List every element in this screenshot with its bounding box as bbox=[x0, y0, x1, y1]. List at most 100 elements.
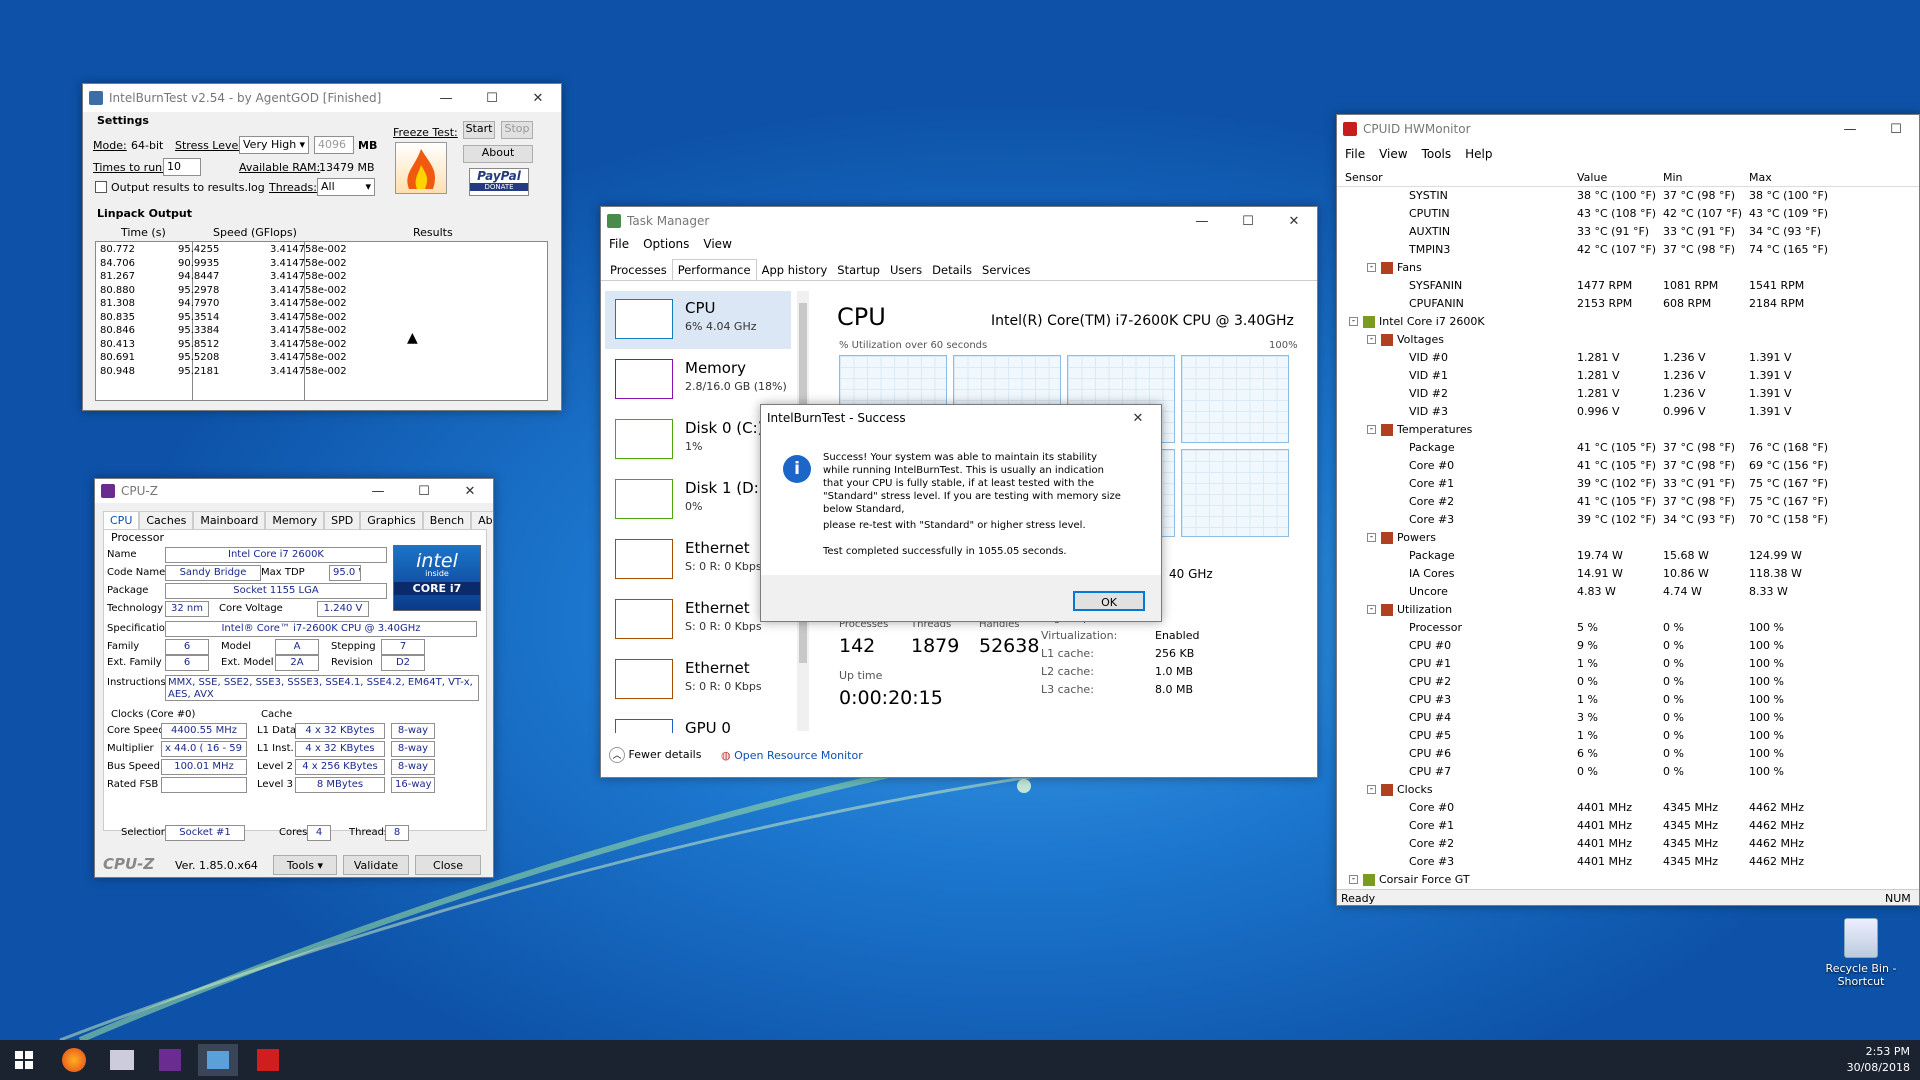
sensor-row[interactable]: VID #1 1.281 V 1.236 V 1.391 V bbox=[1337, 367, 1817, 385]
expand-toggle-icon[interactable]: - bbox=[1349, 875, 1358, 884]
sensor-row[interactable]: Core #2 41 °C (105 °F) 37 °C (98 °F) 75 °C … bbox=[1337, 493, 1828, 511]
sensor-row[interactable]: Package 19.74 W 15.68 W 124.99 W bbox=[1337, 547, 1817, 565]
menu-file[interactable]: File bbox=[609, 237, 629, 251]
sensor-row[interactable]: VID #3 0.996 V 0.996 V 1.391 V bbox=[1337, 403, 1817, 421]
sensor-row[interactable]: - Utilization bbox=[1337, 601, 1817, 619]
tab-graphics[interactable]: Graphics bbox=[360, 511, 423, 529]
stop-button[interactable]: Stop bbox=[501, 121, 533, 139]
col-max[interactable]: Max bbox=[1749, 171, 1772, 184]
menu-view[interactable]: View bbox=[703, 237, 731, 251]
tab-details[interactable]: Details bbox=[927, 260, 977, 280]
sensor-row[interactable]: CPUFANIN 2153 RPM 608 RPM 2184 RPM bbox=[1337, 295, 1817, 313]
col-min[interactable]: Min bbox=[1663, 171, 1683, 184]
freeze-flame-icon[interactable] bbox=[395, 142, 447, 194]
resource-item-gpu-0[interactable]: GPU 0 bbox=[605, 711, 791, 733]
title-bar[interactable]: IntelBurnTest v2.54 - by AgentGOD [Finis… bbox=[83, 84, 561, 112]
tab-app-history[interactable]: App history bbox=[757, 260, 833, 280]
sensor-row[interactable]: VID #2 1.281 V 1.236 V 1.391 V bbox=[1337, 385, 1817, 403]
sensor-row[interactable]: Core #0 41 °C (105 °F) 37 °C (98 °F) 69 °C … bbox=[1337, 457, 1828, 475]
linpack-output-table[interactable]: 80.772 95.4255 3.414758e-002 84.706 90.9935 3… bbox=[95, 241, 548, 401]
minimize-button[interactable]: — bbox=[355, 484, 401, 499]
expand-toggle-icon[interactable]: - bbox=[1367, 335, 1376, 344]
cpuz-window[interactable]: CPU-Z — ☐ ✕ CPU Caches Mainboard Memory SPD Gra… bbox=[94, 478, 494, 878]
sensor-row[interactable]: - Intel Core i7 2600K bbox=[1337, 313, 1817, 331]
minimize-button[interactable]: — bbox=[1179, 214, 1225, 229]
sensor-row[interactable]: CPU #6 6 % 0 % 100 % bbox=[1337, 745, 1817, 763]
sensor-row[interactable]: CPU #7 0 % 0 % 100 % bbox=[1337, 763, 1817, 781]
tab-processes[interactable]: Processes bbox=[605, 260, 672, 280]
sensor-row[interactable]: CPU #4 3 % 0 % 100 % bbox=[1337, 709, 1817, 727]
times-input[interactable]: 10 bbox=[163, 158, 201, 176]
maximize-button[interactable]: ☐ bbox=[469, 91, 515, 106]
tab-caches[interactable]: Caches bbox=[139, 511, 194, 529]
about-button[interactable]: About bbox=[463, 145, 533, 163]
resource-item-ethernet[interactable]: Ethernet S: 0 R: 0 Kbps bbox=[605, 651, 791, 709]
sensor-row[interactable]: - Voltages bbox=[1337, 331, 1817, 349]
close-button[interactable]: ✕ bbox=[515, 91, 561, 106]
recycle-bin-shortcut[interactable]: Recycle Bin - Shortcut bbox=[1816, 918, 1906, 988]
sensor-row[interactable]: TMPIN3 42 °C (107 °F) 37 °C (98 °F) 74 °C (… bbox=[1337, 241, 1828, 259]
table-row[interactable]: 81.267 94.8447 3.414758e-002 bbox=[96, 271, 546, 284]
expand-toggle-icon[interactable]: - bbox=[1367, 425, 1376, 434]
dialog-close-button[interactable]: ✕ bbox=[1115, 411, 1161, 426]
menu-options[interactable]: Options bbox=[643, 237, 689, 251]
sensor-row[interactable]: SYSTIN 38 °C (100 °F) 37 °C (98 °F) 38 °C (… bbox=[1337, 187, 1828, 205]
sensor-row[interactable]: Core #2 4401 MHz 4345 MHz 4462 MHz bbox=[1337, 835, 1817, 853]
title-bar[interactable]: Task Manager — ☐ ✕ bbox=[601, 207, 1317, 235]
sensor-row[interactable]: Processor 5 % 0 % 100 % bbox=[1337, 619, 1817, 637]
success-dialog[interactable]: IntelBurnTest - Success ✕ i Success! Your… bbox=[760, 404, 1162, 622]
sensor-row[interactable]: - Fans bbox=[1337, 259, 1817, 277]
table-row[interactable]: 80.413 95.8512 3.414758e-002 bbox=[96, 339, 546, 352]
sensor-row[interactable]: IA Cores 14.91 W 10.86 W 118.38 W bbox=[1337, 565, 1817, 583]
sensor-row[interactable]: - Temperatures bbox=[1337, 421, 1817, 439]
resource-item-cpu[interactable]: CPU 6% 4.04 GHz bbox=[605, 291, 791, 349]
taskbar-task-manager[interactable] bbox=[198, 1044, 238, 1076]
taskbar-firefox[interactable] bbox=[54, 1044, 94, 1076]
ok-button[interactable]: OK bbox=[1073, 591, 1145, 611]
validate-button[interactable]: Validate bbox=[343, 855, 409, 875]
table-row[interactable]: 80.948 95.2181 3.414758e-002 bbox=[96, 366, 546, 379]
close-app-button[interactable]: Close bbox=[415, 855, 481, 875]
taskbar-hwmonitor[interactable] bbox=[248, 1044, 288, 1076]
paypal-donate-button[interactable]: PayPal DONATE bbox=[469, 168, 529, 196]
sensor-row[interactable]: CPU #3 1 % 0 % 100 % bbox=[1337, 691, 1817, 709]
sensor-row[interactable]: CPUTIN 43 °C (108 °F) 42 °C (107 °F) 43 °C … bbox=[1337, 205, 1828, 223]
table-row[interactable]: 80.835 95.3514 3.414758e-002 bbox=[96, 312, 546, 325]
tab-mainboard[interactable]: Mainboard bbox=[193, 511, 266, 529]
cpuz-sel-value[interactable]: Socket #1 bbox=[165, 825, 245, 841]
open-resource-monitor-link[interactable]: ◍ Open Resource Monitor bbox=[721, 749, 863, 762]
table-row[interactable]: 80.772 95.4255 3.414758e-002 bbox=[96, 244, 546, 257]
tab-cpu[interactable]: CPU bbox=[103, 511, 140, 529]
table-row[interactable]: 80.846 95.3384 3.414758e-002 bbox=[96, 325, 546, 338]
start-button[interactable]: Start bbox=[463, 121, 495, 139]
tab-users[interactable]: Users bbox=[885, 260, 927, 280]
table-row[interactable]: 80.691 95.5208 3.414758e-002 bbox=[96, 352, 546, 365]
taskbar-intelburntest[interactable] bbox=[102, 1044, 142, 1076]
tab-performance[interactable]: Performance bbox=[671, 259, 757, 281]
sensor-row[interactable]: CPU #5 1 % 0 % 100 % bbox=[1337, 727, 1817, 745]
col-value[interactable]: Value bbox=[1577, 171, 1607, 184]
menu-view[interactable]: View bbox=[1379, 147, 1407, 161]
tab-spd[interactable]: SPD bbox=[324, 511, 361, 529]
menu-file[interactable]: File bbox=[1345, 147, 1365, 161]
tab-memory[interactable]: Memory bbox=[265, 511, 325, 529]
tab-about[interactable]: About bbox=[471, 511, 493, 529]
close-button[interactable]: ✕ bbox=[447, 484, 493, 499]
hwmonitor-window[interactable]: CPUID HWMonitor — ☐ File View Tools Help Sen… bbox=[1336, 114, 1920, 906]
minimize-button[interactable]: — bbox=[1827, 122, 1873, 137]
sensor-row[interactable]: Uncore 4.83 W 4.74 W 8.33 W bbox=[1337, 583, 1817, 601]
fewer-details-link[interactable]: ︿ Fewer details bbox=[609, 747, 701, 763]
sensor-row[interactable]: Package 41 °C (105 °F) 37 °C (98 °F) 76 °C … bbox=[1337, 439, 1828, 457]
sensor-row[interactable]: Core #1 39 °C (102 °F) 33 °C (91 °F) 75 °C … bbox=[1337, 475, 1828, 493]
tab-startup[interactable]: Startup bbox=[832, 260, 885, 280]
maximize-button[interactable]: ☐ bbox=[1225, 214, 1271, 229]
start-button[interactable] bbox=[4, 1044, 44, 1076]
maximize-button[interactable]: ☐ bbox=[1873, 122, 1919, 137]
expand-toggle-icon[interactable]: - bbox=[1367, 533, 1376, 542]
sensor-row[interactable]: CPU #2 0 % 0 % 100 % bbox=[1337, 673, 1817, 691]
sensor-row[interactable]: Core #3 4401 MHz 4345 MHz 4462 MHz bbox=[1337, 853, 1817, 871]
minimize-button[interactable]: — bbox=[423, 91, 469, 106]
intelburntest-window[interactable]: IntelBurnTest v2.54 - by AgentGOD [Finis… bbox=[82, 83, 562, 411]
sensor-row[interactable]: - Clocks bbox=[1337, 781, 1817, 799]
sensor-row[interactable]: CPU #0 9 % 0 % 100 % bbox=[1337, 637, 1817, 655]
